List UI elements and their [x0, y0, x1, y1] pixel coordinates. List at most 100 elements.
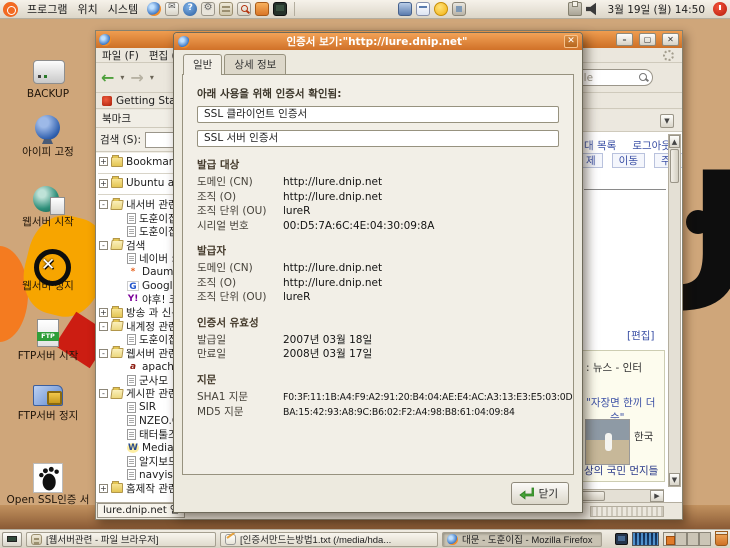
expand-icon[interactable]: + [99, 157, 108, 167]
tree-item-label: 네이버 : [139, 253, 175, 266]
search-icon[interactable] [639, 73, 648, 82]
page-header-cell-2[interactable]: 이동 [611, 153, 645, 168]
back-button[interactable]: ← [101, 69, 114, 86]
tree-item-label: 웹서버 관련 [126, 347, 178, 360]
cert-field-value: 2007년 03월 18일 [283, 333, 373, 346]
resize-grip[interactable] [590, 506, 664, 517]
page-icon [127, 374, 136, 386]
forward-button[interactable]: → [130, 69, 143, 86]
app-icon-1[interactable] [398, 2, 413, 16]
close-button[interactable]: 닫기 [510, 482, 569, 505]
dialog-tabs: 일반 상세 정보 [174, 50, 582, 75]
tab-general[interactable]: 일반 [183, 54, 223, 75]
taskbar-task-1[interactable]: [웹서버관련 - 파일 브라우저] [26, 531, 216, 547]
printer-icon[interactable] [567, 1, 582, 16]
terminal-icon[interactable] [273, 2, 288, 16]
package-icon[interactable] [255, 2, 270, 16]
drive-icon [30, 57, 66, 87]
menu-system[interactable]: 시스템 [104, 0, 142, 18]
workspace-4[interactable] [699, 532, 711, 546]
firefox-icon [99, 33, 111, 46]
desktop-icon-5[interactable]: FTP서버 시작 [5, 319, 91, 363]
getting-started-bookmark[interactable]: Getting Sta [116, 95, 176, 107]
firefox-icon [447, 533, 458, 545]
cert-field-value: http://lure.dnip.net [283, 276, 383, 289]
trash-icon[interactable] [715, 531, 728, 546]
menu-places[interactable]: 위치 [73, 0, 101, 18]
vertical-scrollbar[interactable]: ▲ ▼ [668, 134, 681, 487]
dialog-close-icon[interactable]: ✕ [564, 35, 578, 48]
desktop-icon-3[interactable]: 웹서버 시작 [5, 185, 91, 229]
volume-icon[interactable] [585, 2, 597, 16]
panel-separator [294, 2, 296, 16]
expand-icon[interactable]: + [99, 483, 108, 493]
collapse-icon[interactable]: - [99, 200, 108, 210]
tab-details[interactable]: 상세 정보 [224, 54, 287, 74]
forward-dropdown-icon[interactable]: ▾ [150, 73, 154, 82]
certificate-dialog: 인증서 보기:"http://lure.dnip.net" ✕ 일반 상세 정보… [173, 32, 583, 513]
close-window-button[interactable]: ✕ [662, 33, 679, 46]
desktop-icon-1[interactable]: BACKUP [5, 57, 91, 101]
page-icon [127, 415, 136, 427]
system-monitor-icon[interactable] [201, 2, 216, 16]
dialog-titlebar[interactable]: 인증서 보기:"http://lure.dnip.net" ✕ [174, 33, 582, 50]
ubuntu-logo-icon[interactable] [3, 1, 18, 17]
scroll-up-icon[interactable]: ▲ [669, 135, 680, 148]
search-icon[interactable] [237, 2, 252, 16]
google-icon: G [127, 280, 139, 292]
desktop-icon-7[interactable]: Open SSL인증 서 [5, 463, 91, 507]
collapse-icon[interactable]: - [99, 240, 108, 250]
cert-field-label: SHA1 지문 [197, 390, 249, 403]
system-load-graph[interactable] [632, 532, 659, 546]
vertical-scroll-thumb[interactable] [670, 149, 679, 183]
logout-link[interactable]: 로그아웃 [632, 138, 671, 153]
firefox-icon[interactable] [147, 2, 162, 16]
desktop-icon-4[interactable]: 웹서버 정지 [5, 249, 91, 293]
panel-clock[interactable]: 3월 19일 (월) 14:50 [605, 2, 709, 17]
app-icon-4[interactable] [452, 2, 467, 16]
scroll-down-icon[interactable]: ▼ [669, 473, 680, 486]
desktop-icon-label: Open SSL인증 서 [6, 494, 90, 506]
workspace-3[interactable] [687, 532, 699, 546]
page-divider [584, 189, 666, 190]
clipped-article-text[interactable]: 상의 국민 먼지들 [584, 463, 658, 478]
menu-applications[interactable]: 프로그램 [23, 0, 71, 18]
tree-item-label: SIR [139, 401, 157, 414]
menu-file[interactable]: 파일 (F) [102, 48, 139, 63]
desktop-icon-2[interactable]: 아이피 고정 [5, 115, 91, 159]
app-icon-3[interactable] [434, 2, 449, 16]
desktop-icon-column: BACKUP 아이피 고정웹서버 시작웹서버 정지 FTP서버 시작 FTP서버 정지… [0, 19, 95, 529]
show-desktop-button[interactable] [2, 531, 22, 547]
collapse-icon[interactable]: - [99, 389, 108, 399]
article-link[interactable]: "자장면 한끼 더 [586, 395, 660, 410]
workspace-2[interactable] [675, 532, 687, 546]
display-applet-icon[interactable] [615, 533, 628, 545]
collapse-icon[interactable]: - [99, 348, 108, 358]
expand-icon[interactable]: + [99, 178, 108, 188]
maximize-button[interactable]: ▢ [639, 33, 656, 46]
workspace-switcher[interactable] [663, 532, 711, 546]
expand-icon[interactable]: + [99, 308, 108, 318]
power-button-icon[interactable] [713, 2, 728, 16]
taskbar-task-3[interactable]: 대문 - 도훈이집 - Mozilla Firefox [442, 531, 602, 547]
back-dropdown-icon[interactable]: ▾ [120, 73, 124, 82]
scroll-right-icon[interactable]: ▶ [650, 490, 664, 502]
minimize-button[interactable]: – [616, 33, 633, 46]
chevron-down-icon[interactable]: ▼ [660, 114, 674, 128]
file-manager-icon[interactable] [219, 2, 234, 16]
cert-field-label: 조직 (O) [197, 276, 237, 289]
edit-link[interactable]: [편집] [627, 328, 655, 343]
workspace-1[interactable] [663, 532, 675, 546]
mail-icon[interactable] [165, 2, 180, 16]
app-icon-2[interactable] [416, 2, 431, 16]
ftp-stop-icon [30, 379, 66, 409]
cert-field-row: 조직 (O) http://lure.dnip.net [197, 276, 559, 291]
member-list-link[interactable]: 대 목록 [584, 138, 616, 153]
close-button-label: 닫기 [538, 488, 558, 500]
file-manager-icon [31, 533, 42, 545]
collapse-icon[interactable]: - [99, 321, 108, 331]
desktop-icon-label: 아이피 고정 [22, 146, 74, 158]
desktop-icon-6[interactable]: FTP서버 정지 [5, 379, 91, 423]
taskbar-task-2[interactable]: [인증서만드는방법1.txt (/media/hda... [220, 531, 438, 547]
help-icon[interactable] [183, 2, 198, 16]
